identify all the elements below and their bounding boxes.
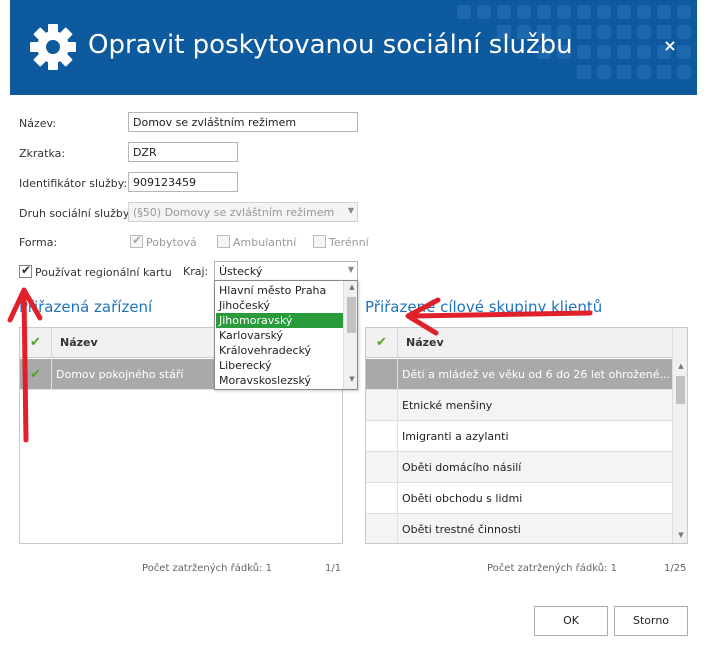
forma-ambulantni-label: Ambulantní: [233, 236, 297, 249]
check-all-icon[interactable]: ✔: [20, 328, 52, 358]
row-text: Imigranti a azylanti: [402, 430, 509, 443]
dropdown-item-jihocesky[interactable]: Jihočeský: [216, 298, 345, 313]
zarizeni-pages: 1/1: [325, 563, 342, 574]
dropdown-item-hlavni-mesto-praha[interactable]: Hlavní město Praha: [216, 283, 345, 298]
row-checkbox[interactable]: [366, 452, 398, 483]
identifikator-label: Identifikátor služby:: [19, 177, 128, 190]
dialog-title: Opravit poskytovanou sociální službu: [88, 30, 573, 60]
zkratka-label: Zkratka:: [19, 147, 66, 160]
check-icon: ✔: [132, 233, 143, 247]
kraj-dropdown-list: Hlavní město Praha Jihočeský Jihomoravsk…: [214, 280, 358, 390]
grid-header: ✔ Název: [366, 328, 672, 358]
chevron-down-icon: ▼: [347, 265, 354, 274]
row-text: Děti a mládež ve věku od 6 do 26 let ohr…: [402, 368, 670, 381]
table-row[interactable]: Oběti obchodu s lidmi: [366, 483, 672, 514]
column-header-nazev[interactable]: Název: [60, 336, 98, 349]
row-checkbox[interactable]: [366, 514, 398, 543]
table-row[interactable]: Oběti trestné činnosti: [366, 514, 672, 543]
druh-select[interactable]: (§50) Domovy se zvláštním režimem ▼: [128, 202, 358, 222]
skupiny-grid: ✔ Název Děti a mládež ve věku od 6 do 26…: [365, 327, 688, 544]
check-all-icon[interactable]: ✔: [366, 328, 398, 358]
chevron-down-icon: ▼: [347, 206, 354, 215]
kraj-value: Ústecký: [219, 265, 263, 278]
table-row[interactable]: Imigranti a azylanti: [366, 421, 672, 452]
scroll-thumb[interactable]: [347, 297, 356, 333]
gear-icon: [30, 24, 76, 70]
forma-pobytova-label: Pobytová: [146, 236, 197, 249]
scroll-thumb[interactable]: [676, 376, 685, 404]
forma-terenni-checkbox[interactable]: [313, 235, 326, 248]
kraj-label: Kraj:: [183, 265, 209, 278]
row-checkbox[interactable]: [366, 421, 398, 452]
forma-terenni-label: Terénní: [329, 236, 369, 249]
row-text: Domov pokojného stáří: [56, 368, 184, 381]
skupiny-title: Přiřazené cílové skupiny klientů: [365, 298, 603, 316]
storno-button[interactable]: Storno: [614, 606, 688, 636]
dropdown-item-moravskoslezsky[interactable]: Moravskoslezský: [216, 373, 345, 388]
scroll-up-icon[interactable]: ▲: [673, 362, 687, 370]
nazev-input[interactable]: Domov se zvláštním režimem: [128, 112, 358, 132]
scroll-down-icon[interactable]: ▼: [344, 375, 357, 383]
nazev-label: Název:: [19, 117, 57, 130]
dropdown-item-liberecky[interactable]: Liberecký: [216, 358, 345, 373]
scroll-up-icon[interactable]: ▲: [344, 283, 357, 291]
dropdown-scrollbar[interactable]: ▲ ▼: [343, 281, 357, 389]
skupiny-count: Počet zatržených řádků: 1: [487, 563, 617, 574]
row-checkbox[interactable]: [366, 390, 398, 421]
zarizeni-title: Přiřazená zařízení: [19, 298, 153, 316]
row-check-icon[interactable]: ✔: [20, 359, 52, 390]
vertical-scrollbar[interactable]: ▲ ▼: [672, 328, 687, 543]
table-row[interactable]: Oběti domácího násilí: [366, 452, 672, 483]
close-icon[interactable]: ×: [660, 36, 680, 56]
dropdown-item-karlovarsky[interactable]: Karlovarský: [216, 328, 345, 343]
row-check-icon[interactable]: [366, 359, 398, 390]
druh-label: Druh sociální služby:: [19, 207, 133, 220]
row-text: Oběti obchodu s lidmi: [402, 492, 523, 505]
row-checkbox[interactable]: [366, 483, 398, 514]
druh-value: (§50) Domovy se zvláštním režimem: [133, 206, 335, 219]
zkratka-input[interactable]: DZR: [128, 142, 238, 162]
skupiny-pages: 1/25: [664, 563, 687, 574]
column-header-nazev[interactable]: Název: [406, 336, 444, 349]
kraj-select[interactable]: Ústecký ▼: [214, 261, 358, 281]
regional-card-label: Používat regionální kartu: [35, 266, 172, 279]
forma-ambulantni-checkbox[interactable]: [217, 235, 230, 248]
table-row[interactable]: Děti a mládež ve věku od 6 do 26 let ohr…: [366, 359, 672, 390]
dialog-header: Opravit poskytovanou sociální službu ×: [10, 0, 697, 95]
table-row[interactable]: Etnické menšiny: [366, 390, 672, 421]
ok-button[interactable]: OK: [534, 606, 608, 636]
forma-label: Forma:: [19, 236, 58, 249]
scroll-down-icon[interactable]: ▼: [673, 531, 687, 539]
check-icon: ✔: [21, 263, 32, 277]
row-text: Oběti trestné činnosti: [402, 523, 521, 536]
zarizeni-count: Počet zatržených řádků: 1: [142, 563, 272, 574]
dropdown-item-kralovehradecky[interactable]: Královehradecký: [216, 343, 345, 358]
row-text: Etnické menšiny: [402, 399, 493, 412]
forma-pobytova-checkbox[interactable]: ✔: [130, 233, 143, 248]
row-text: Oběti domácího násilí: [402, 461, 522, 474]
regional-card-checkbox[interactable]: ✔: [19, 263, 32, 278]
identifikator-input[interactable]: 909123459: [128, 172, 238, 192]
dropdown-item-jihomoravsky[interactable]: Jihomoravský: [216, 313, 345, 328]
